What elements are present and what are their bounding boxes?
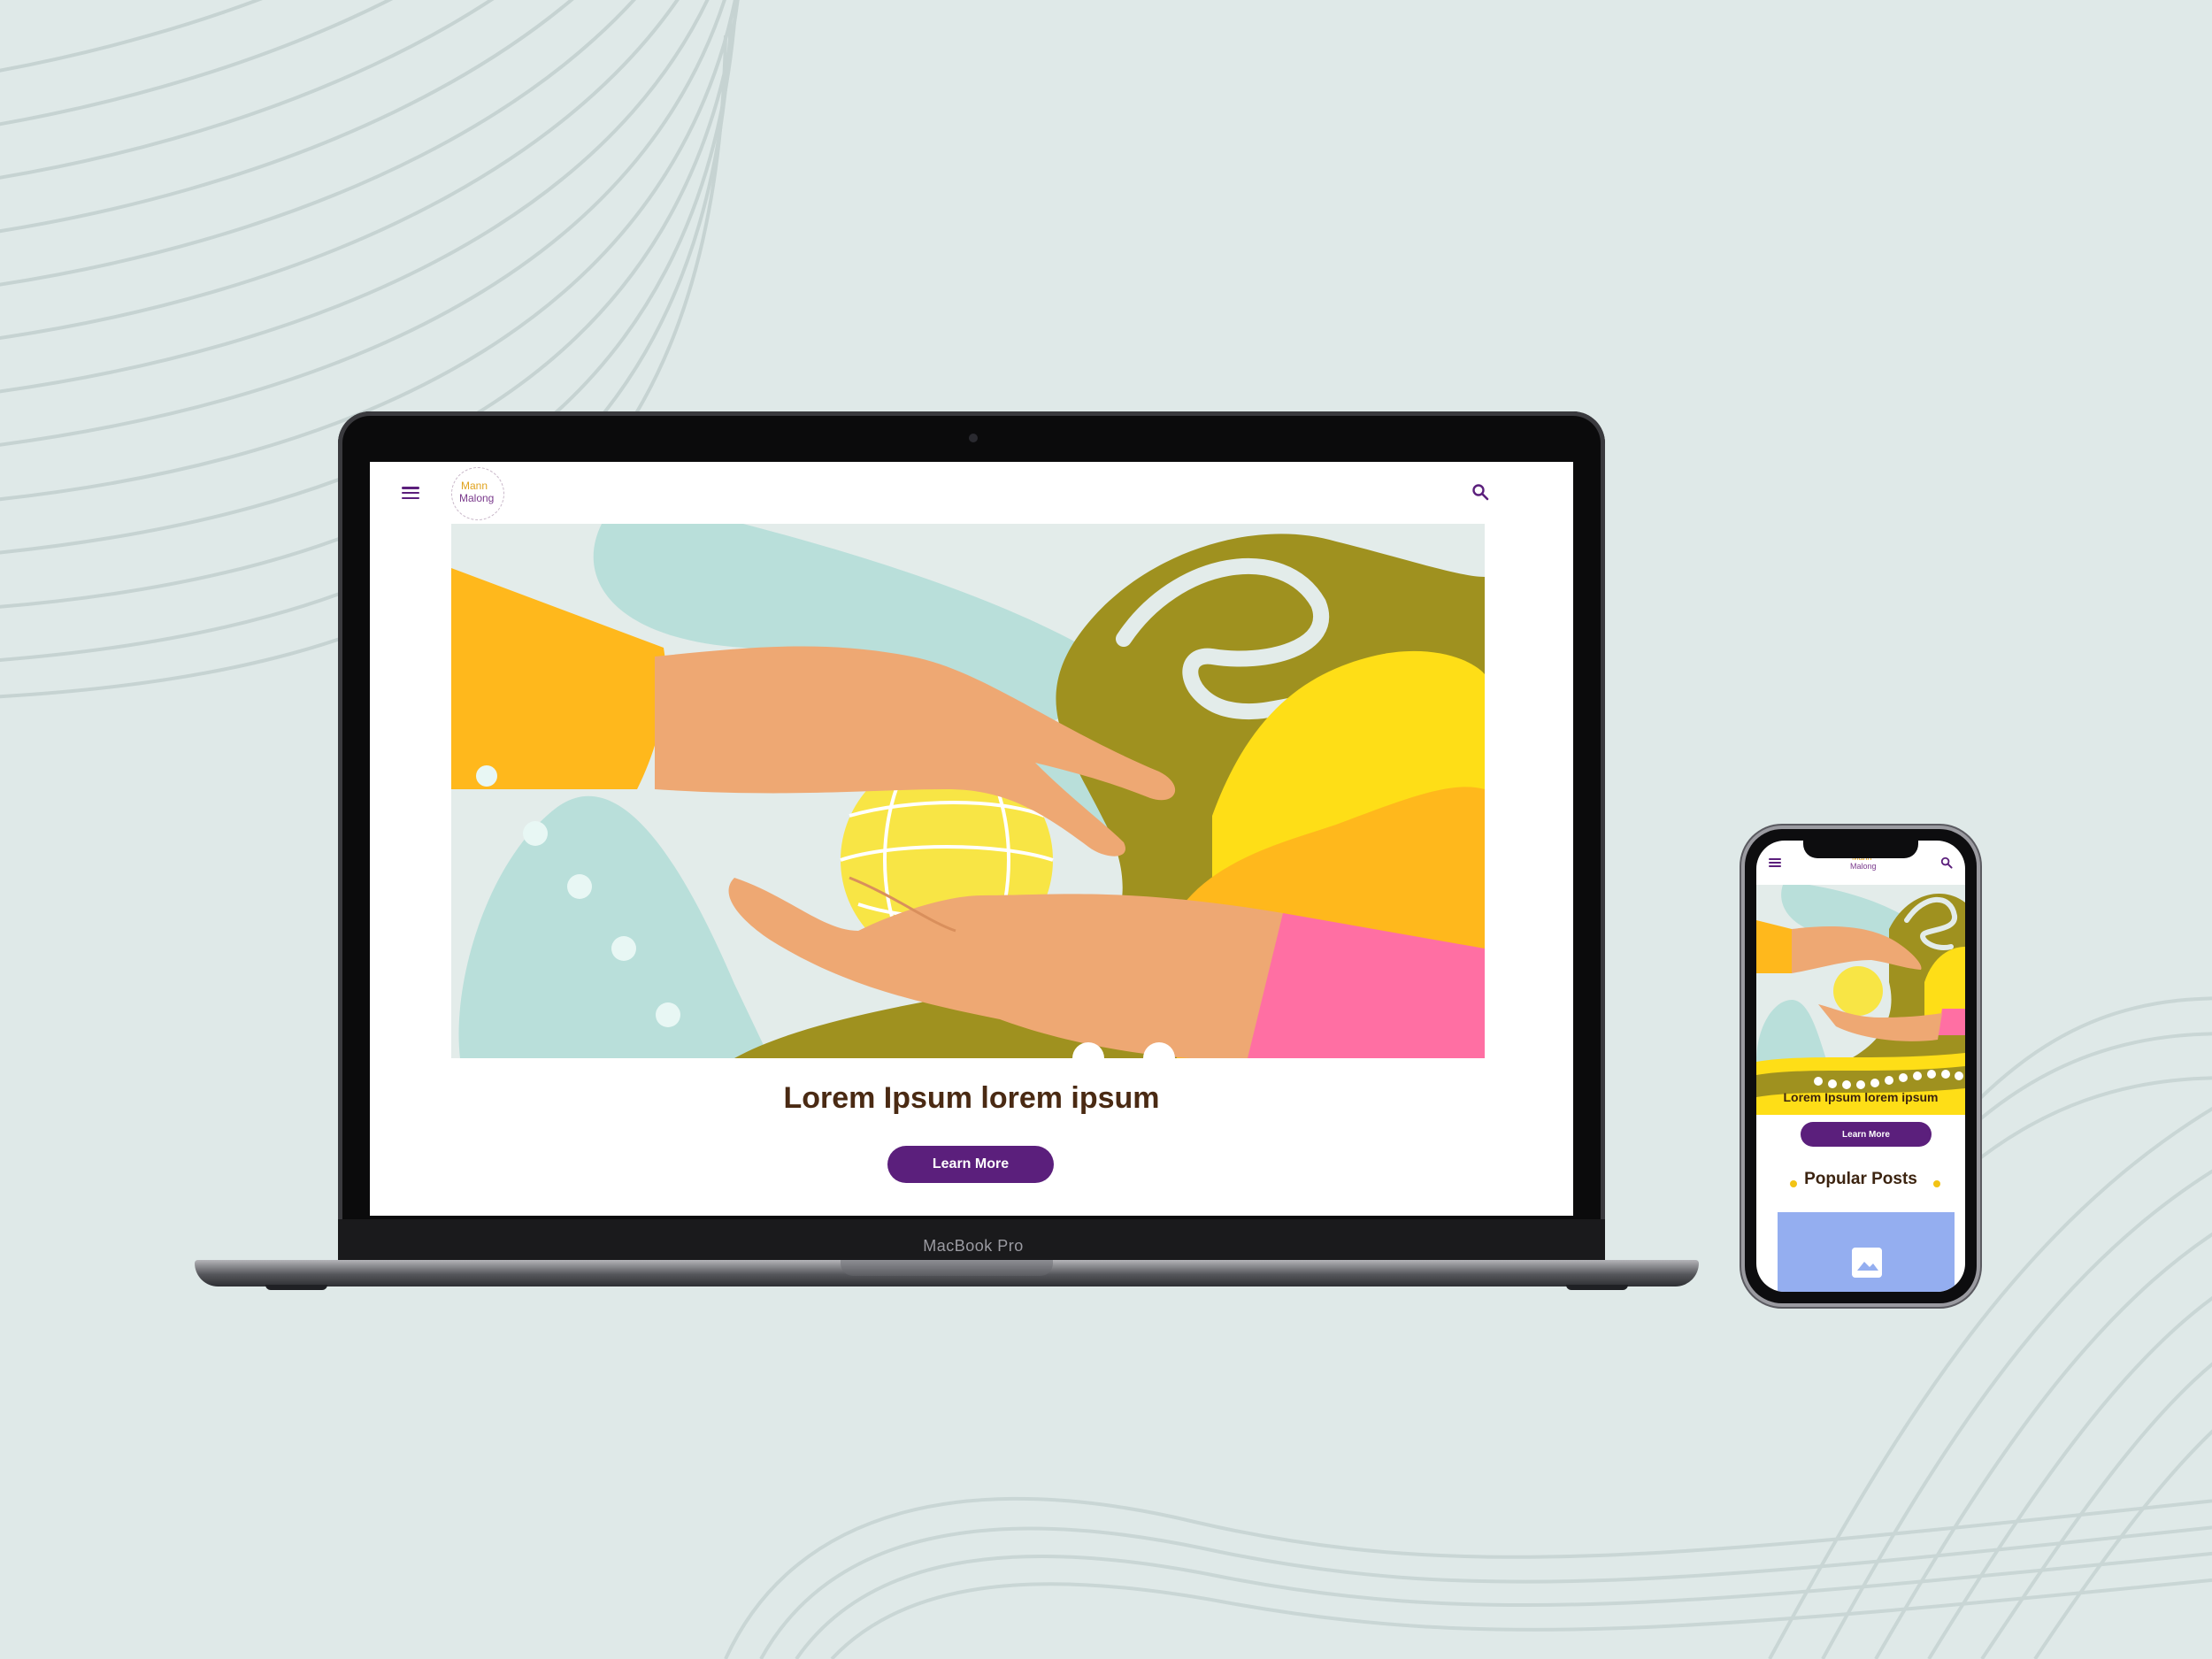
logo[interactable]: Mann Malong bbox=[451, 467, 504, 520]
site-header: Mann Malong bbox=[370, 462, 1573, 524]
image-icon bbox=[1852, 1248, 1882, 1278]
phone-notch bbox=[1803, 841, 1918, 858]
logo-text-malong: Malong bbox=[1850, 862, 1877, 871]
hero-illustration bbox=[451, 524, 1485, 1058]
phone-screen: Mann Malong Lorem Ipsum lorem ipsum Lear… bbox=[1756, 841, 1965, 1292]
post-card[interactable] bbox=[1778, 1212, 1955, 1292]
hero-title: Lorem Ipsum lorem ipsum bbox=[783, 1081, 1160, 1115]
laptop-screen: Mann Malong Lorem Ipsum lorem ipsum Lear… bbox=[370, 462, 1573, 1216]
decorative-dot bbox=[1933, 1180, 1940, 1187]
hero-title: Lorem Ipsum lorem ipsum bbox=[1783, 1090, 1939, 1104]
laptop-opening-notch bbox=[841, 1260, 1053, 1276]
laptop-foot bbox=[265, 1285, 327, 1290]
menu-icon[interactable] bbox=[402, 487, 419, 499]
learn-more-button[interactable]: Learn More bbox=[887, 1146, 1054, 1183]
search-icon[interactable] bbox=[1471, 483, 1489, 501]
logo-text-malong: Malong bbox=[459, 492, 495, 504]
laptop-camera bbox=[969, 434, 978, 442]
laptop-foot bbox=[1566, 1285, 1628, 1290]
menu-icon[interactable] bbox=[1769, 858, 1781, 867]
laptop-brand-label: MacBook Pro bbox=[923, 1237, 1024, 1255]
hero-illustration bbox=[1756, 885, 1965, 1115]
search-icon[interactable] bbox=[1940, 856, 1953, 869]
learn-more-button[interactable]: Learn More bbox=[1801, 1122, 1932, 1147]
logo-text-mann: Mann bbox=[461, 480, 488, 492]
